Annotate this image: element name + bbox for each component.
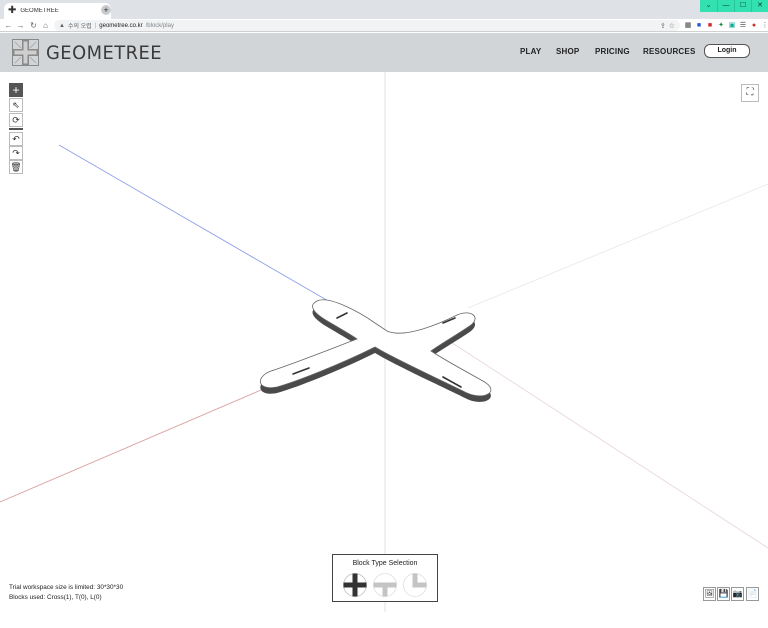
block-type-title: Block Type Selection — [352, 560, 418, 567]
window-maximize-button[interactable]: ☐ — [734, 0, 751, 12]
share-icon[interactable]: ⇪ — [660, 22, 666, 30]
browser-tabstrip: ✚ GEOMETREE × + ⌄ — ☐ ✕ — [0, 0, 768, 19]
brand-name[interactable]: GEOMETREE — [46, 42, 162, 64]
gallery-button[interactable]: 🖼 — [703, 587, 716, 601]
tool-divider — [9, 128, 23, 130]
add-block-button[interactable]: + — [9, 83, 23, 97]
3d-scene[interactable] — [0, 72, 768, 628]
block-type-panel: Block Type Selection — [332, 554, 438, 602]
extension-puzzle-icon[interactable]: ✦ — [717, 21, 725, 30]
l-block-icon[interactable] — [403, 573, 427, 597]
extension-red-icon[interactable]: ■ — [706, 21, 714, 30]
address-bar[interactable]: ▲ 수의 오렵 | geometree.co.kr/block/play ⇪ ☆ — [54, 20, 680, 31]
t-block-icon[interactable] — [373, 573, 397, 597]
rotate-button[interactable]: ⟳ — [9, 113, 23, 127]
home-icon[interactable]: ⌂ — [40, 19, 51, 32]
axis-x-line — [0, 386, 269, 503]
geometree-favicon-icon: ✚ — [8, 5, 17, 16]
document-button[interactable]: 📄 — [746, 587, 759, 601]
save-button[interactable]: 💾 — [717, 587, 730, 601]
select-cursor-button[interactable]: ⇖ — [9, 98, 23, 112]
forward-icon[interactable]: → — [15, 19, 26, 32]
extension-flag-icon[interactable]: ■ — [695, 21, 703, 30]
extension-green-icon[interactable]: ▣ — [728, 21, 736, 30]
axis-z-line — [58, 144, 331, 303]
trial-size-notice: Trial workspace size is limited: 30*30*3… — [9, 584, 124, 591]
redo-button[interactable]: ↷ — [9, 146, 23, 160]
window-close-button[interactable]: ✕ — [751, 0, 768, 12]
bookmark-star-icon[interactable]: ☆ — [669, 22, 675, 30]
window-controls: ⌄ — ☐ ✕ — [700, 0, 768, 12]
undo-button[interactable]: ↶ — [9, 132, 23, 146]
site-header: GEOMETREE PLAY SHOP PRICING RESOURCES Lo… — [0, 33, 768, 72]
window-minimize-button[interactable]: — — [717, 0, 734, 12]
nav-play[interactable]: PLAY — [520, 47, 541, 56]
nav-pricing[interactable]: PRICING — [595, 47, 630, 56]
new-tab-button[interactable]: + — [101, 5, 111, 15]
delete-button[interactable]: 🗑 — [9, 160, 23, 174]
back-icon[interactable]: ← — [3, 19, 14, 32]
axis-z-neg-line — [439, 334, 768, 549]
extension-grid-icon[interactable]: ▦ — [684, 21, 692, 30]
security-label: 수의 오렵 — [67, 24, 92, 30]
geometree-logo-icon[interactable] — [12, 39, 39, 66]
cross-block-icon[interactable] — [343, 573, 367, 597]
profile-avatar[interactable]: ● — [750, 21, 758, 30]
security-warning-icon[interactable]: ▲ — [59, 23, 65, 29]
screenshot-button[interactable]: 📷 — [731, 587, 744, 601]
fit-view-button[interactable]: ⛶ — [741, 84, 759, 102]
url-path: /block/play — [145, 22, 174, 29]
login-button[interactable]: Login — [704, 44, 750, 58]
nav-shop[interactable]: SHOP — [556, 47, 579, 56]
extensions-menu-icon[interactable]: ☰ — [739, 21, 747, 30]
url-host: geometree.co.kr — [99, 22, 143, 29]
window-chevron-button[interactable]: ⌄ — [700, 0, 717, 12]
blocks-used-text: Blocks used: Cross(1), T(0), L(0) — [9, 594, 102, 601]
address-separator: | — [94, 22, 97, 29]
browser-toolbar: ← → ↻ ⌂ ▲ 수의 오렵 | geometree.co.kr/block/… — [0, 19, 768, 32]
reload-icon[interactable]: ↻ — [28, 19, 39, 32]
tab-title: GEOMETREE — [20, 8, 59, 14]
extensions-area: ▦ ■ ■ ✦ ▣ ☰ ● ⋮ — [684, 21, 768, 30]
browser-menu-icon[interactable]: ⋮ — [761, 21, 768, 30]
nav-resources[interactable]: RESOURCES — [643, 47, 695, 56]
axis-x-neg-line — [467, 183, 768, 309]
cross-block — [260, 299, 492, 402]
browser-tab[interactable]: ✚ GEOMETREE × — [4, 3, 111, 19]
